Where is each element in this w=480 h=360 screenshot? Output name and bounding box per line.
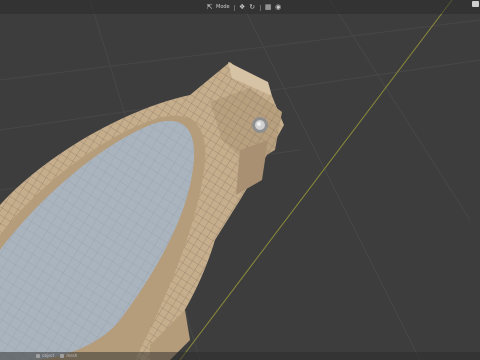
- separator: [233, 4, 235, 11]
- header-toolbar: ⇱ Mode ❖ ↻ ▦ ◉: [206, 3, 282, 12]
- viewport-footer: object mesh: [0, 352, 480, 360]
- local-icon[interactable]: ↻: [249, 4, 256, 11]
- glasses-frame: [0, 62, 284, 360]
- footer-item-object[interactable]: object: [36, 353, 54, 358]
- footer-item-mesh[interactable]: mesh: [60, 353, 77, 358]
- sidebar-toggle-icon[interactable]: [472, 1, 479, 7]
- viewport-scene: [0, 0, 480, 360]
- snap-icon[interactable]: ▦: [265, 4, 272, 11]
- viewport-header: ⇱ Mode ❖ ↻ ▦ ◉: [0, 0, 480, 14]
- mesh-icon: [60, 353, 65, 358]
- mode-label[interactable]: Mode: [216, 4, 230, 11]
- proportional-icon[interactable]: ◉: [275, 4, 282, 11]
- cursor-icon[interactable]: ⇱: [206, 4, 213, 11]
- move-icon[interactable]: ❖: [239, 4, 246, 11]
- footer-label: mesh: [66, 353, 78, 358]
- object-icon: [36, 353, 40, 358]
- 3d-viewport[interactable]: [0, 0, 480, 360]
- separator: [259, 4, 261, 11]
- footer-label: object: [42, 353, 55, 358]
